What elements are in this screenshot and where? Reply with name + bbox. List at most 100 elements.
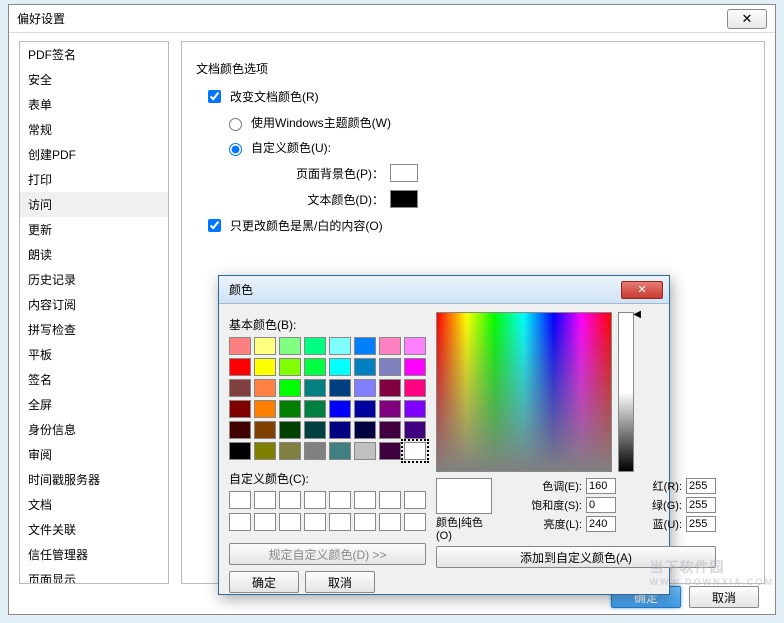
basic-color-cell[interactable] [404,421,426,439]
basic-color-cell[interactable] [404,379,426,397]
sidebar-item[interactable]: 历史记录 [20,267,168,292]
sidebar-item[interactable]: 时间戳服务器 [20,467,168,492]
custom-color-cell[interactable] [304,491,326,509]
color-dialog-close-button[interactable]: ✕ [621,281,663,299]
color-cancel-button[interactable]: 取消 [305,571,375,593]
basic-color-cell[interactable] [354,442,376,460]
basic-color-cell[interactable] [404,337,426,355]
basic-color-cell[interactable] [379,421,401,439]
basic-color-cell[interactable] [254,379,276,397]
custom-color-cell[interactable] [229,513,251,531]
custom-color-cell[interactable] [229,491,251,509]
custom-color-cell[interactable] [254,491,276,509]
lum-input[interactable] [586,516,616,532]
sidebar-item[interactable]: 内容订阅 [20,292,168,317]
basic-color-cell[interactable] [254,337,276,355]
basic-color-cell[interactable] [229,379,251,397]
basic-color-cell[interactable] [329,379,351,397]
red-input[interactable] [686,478,716,494]
sidebar-item[interactable]: 信任管理器 [20,542,168,567]
basic-color-cell[interactable] [304,337,326,355]
custom-color-cell[interactable] [279,491,301,509]
custom-color-cell[interactable] [404,491,426,509]
basic-color-cell[interactable] [304,421,326,439]
basic-color-cell[interactable] [279,442,301,460]
custom-color-cell[interactable] [254,513,276,531]
custom-color-radio[interactable] [229,143,242,156]
windows-theme-radio[interactable] [229,118,242,131]
sidebar-item[interactable]: PDF签名 [20,42,168,67]
basic-color-cell[interactable] [279,421,301,439]
basic-color-cell[interactable] [304,379,326,397]
custom-color-cell[interactable] [379,491,401,509]
sidebar-item[interactable]: 文档 [20,492,168,517]
sidebar-item[interactable]: 全屏 [20,392,168,417]
custom-color-cell[interactable] [354,513,376,531]
basic-color-cell[interactable] [354,421,376,439]
basic-color-cell[interactable] [229,442,251,460]
basic-color-cell[interactable] [229,421,251,439]
basic-color-cell[interactable] [254,421,276,439]
sidebar-item[interactable]: 签名 [20,367,168,392]
basic-color-cell[interactable] [229,337,251,355]
basic-color-cell[interactable] [329,358,351,376]
basic-color-cell[interactable] [279,337,301,355]
basic-color-cell[interactable] [379,400,401,418]
sidebar-item[interactable]: 文件关联 [20,517,168,542]
blue-input[interactable] [686,516,716,532]
sidebar-item[interactable]: 安全 [20,67,168,92]
basic-color-cell[interactable] [354,337,376,355]
sidebar-item[interactable]: 平板 [20,342,168,367]
basic-color-cell[interactable] [354,358,376,376]
custom-color-cell[interactable] [329,513,351,531]
basic-color-cell[interactable] [329,400,351,418]
sidebar-item[interactable]: 审阅 [20,442,168,467]
custom-color-cell[interactable] [404,513,426,531]
sidebar-item[interactable]: 打印 [20,167,168,192]
basic-color-cell[interactable] [229,400,251,418]
only-bw-checkbox[interactable] [208,219,221,232]
basic-color-cell[interactable] [404,358,426,376]
sidebar-item[interactable]: 常规 [20,117,168,142]
close-button[interactable]: ✕ [727,9,767,29]
basic-color-cell[interactable] [254,400,276,418]
basic-color-cell[interactable] [329,337,351,355]
basic-color-cell[interactable] [279,379,301,397]
sidebar-item[interactable]: 表单 [20,92,168,117]
sidebar-item[interactable]: 朗读 [20,242,168,267]
luminance-slider[interactable]: ◀ [618,312,634,472]
sat-input[interactable] [586,497,616,513]
color-ok-button[interactable]: 确定 [229,571,299,593]
basic-color-cell[interactable] [354,400,376,418]
basic-color-cell[interactable] [354,379,376,397]
basic-color-cell[interactable] [329,421,351,439]
category-sidebar[interactable]: PDF签名安全表单常规创建PDF打印访问更新朗读历史记录内容订阅拼写检查平板签名… [19,41,169,584]
custom-color-cell[interactable] [379,513,401,531]
basic-color-cell[interactable] [279,400,301,418]
hue-input[interactable] [586,478,616,494]
basic-color-cell[interactable] [229,358,251,376]
sidebar-item[interactable]: 身份信息 [20,417,168,442]
basic-color-cell[interactable] [404,400,426,418]
custom-color-cell[interactable] [304,513,326,531]
change-colors-checkbox[interactable] [208,90,221,103]
basic-color-cell[interactable] [254,358,276,376]
sidebar-item[interactable]: 创建PDF [20,142,168,167]
basic-color-cell[interactable] [404,442,426,460]
sidebar-item[interactable]: 更新 [20,217,168,242]
green-input[interactable] [686,497,716,513]
basic-color-cell[interactable] [254,442,276,460]
sidebar-item[interactable]: 页面显示 [20,567,168,584]
custom-color-cell[interactable] [329,491,351,509]
custom-color-cell[interactable] [279,513,301,531]
basic-color-cell[interactable] [379,442,401,460]
basic-color-cell[interactable] [304,442,326,460]
basic-color-cell[interactable] [329,442,351,460]
color-gradient-picker[interactable] [436,312,612,472]
sidebar-item[interactable]: 拼写检查 [20,317,168,342]
page-bg-swatch[interactable] [390,164,418,182]
sidebar-item[interactable]: 访问 [20,192,168,217]
basic-color-cell[interactable] [379,379,401,397]
basic-color-cell[interactable] [379,358,401,376]
text-color-swatch[interactable] [390,190,418,208]
